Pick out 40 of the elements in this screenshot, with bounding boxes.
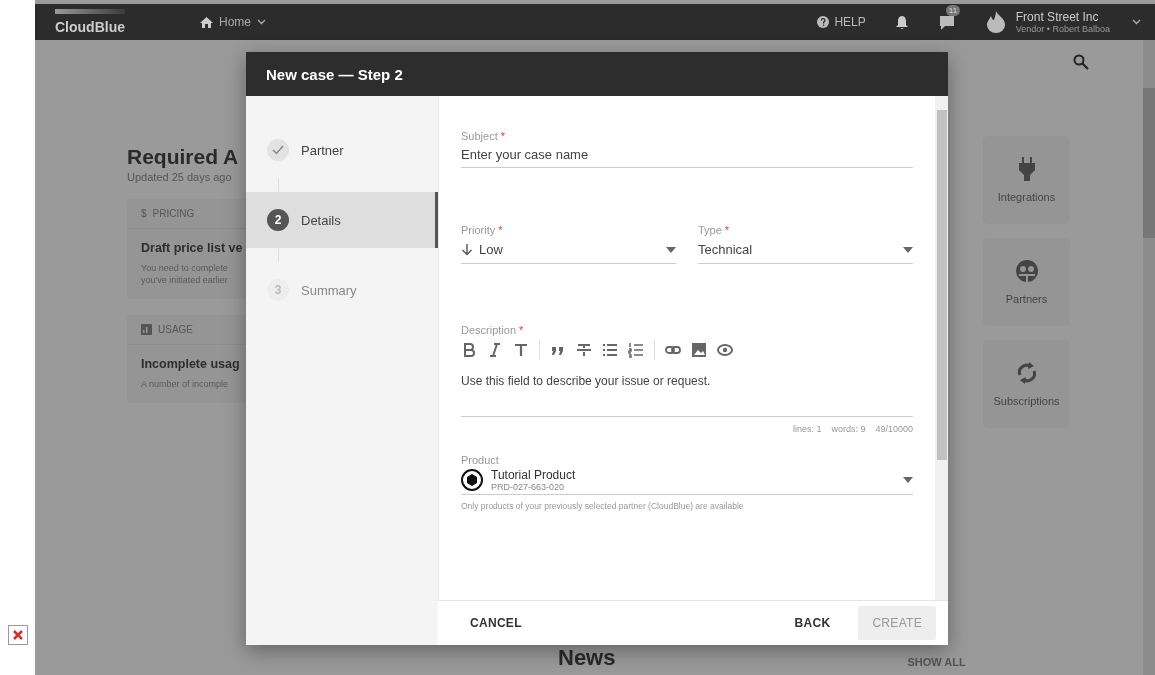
helper-text: Only products of your previously selected partner (CloudBlue) are available <box>461 501 745 511</box>
type-select[interactable]: Technical <box>698 236 913 264</box>
field-label: Product <box>461 454 500 466</box>
product-select[interactable]: Tutorial Product PRD-027-663-020 <box>461 466 913 495</box>
step-label: Details <box>301 212 341 228</box>
card-title: Incomplete usag <box>141 357 240 371</box>
step-label: Partner <box>301 142 344 158</box>
account-menu[interactable]: Front Street Inc Vendor • Robert Balboa <box>1015 10 1110 34</box>
description-editor[interactable]: Use this field to describe your issue or request. <box>461 360 913 417</box>
step-item[interactable]: 2 Details <box>246 192 438 248</box>
subject-field[interactable]: Enter your case name <box>461 142 913 168</box>
dollar-symbol: $ <box>141 208 147 219</box>
updated-text: Updated 25 days ago <box>127 171 232 183</box>
step-label: Summary <box>301 282 357 298</box>
news-heading: News <box>558 645 616 671</box>
required-mark: * <box>519 324 524 336</box>
page-title: Required A <box>127 145 239 169</box>
count-badge: 11 <box>945 5 961 16</box>
required-mark: * <box>498 224 503 236</box>
dialog-button[interactable]: CANCEL <box>456 606 536 640</box>
editor-stat: 49/10000 <box>875 424 913 434</box>
card-category: USAGE <box>158 324 193 335</box>
field-label: Subject <box>461 130 498 142</box>
help-link[interactable]: HELP <box>817 15 866 29</box>
required-mark: * <box>500 130 505 142</box>
editor-stat: lines: 1 <box>792 424 822 434</box>
step-item[interactable]: Partner <box>246 122 438 178</box>
card-category: PRICING <box>152 208 195 219</box>
dialog-title: New case — Step 2 <box>266 65 403 83</box>
dialog-button[interactable]: BACK <box>780 606 845 640</box>
editor-stat: words: 9 <box>831 424 866 434</box>
card-title: Draft price list ve <box>141 241 243 255</box>
field-label: Type <box>698 224 722 236</box>
home-menu[interactable]: Home <box>200 15 266 29</box>
field-label: Description <box>461 324 517 336</box>
required-mark: * <box>724 224 730 236</box>
step-number: 2 <box>267 209 289 231</box>
field-label: Priority <box>461 224 496 236</box>
logo: CloudBlue <box>55 9 145 35</box>
priority-select[interactable]: Low <box>461 236 676 264</box>
